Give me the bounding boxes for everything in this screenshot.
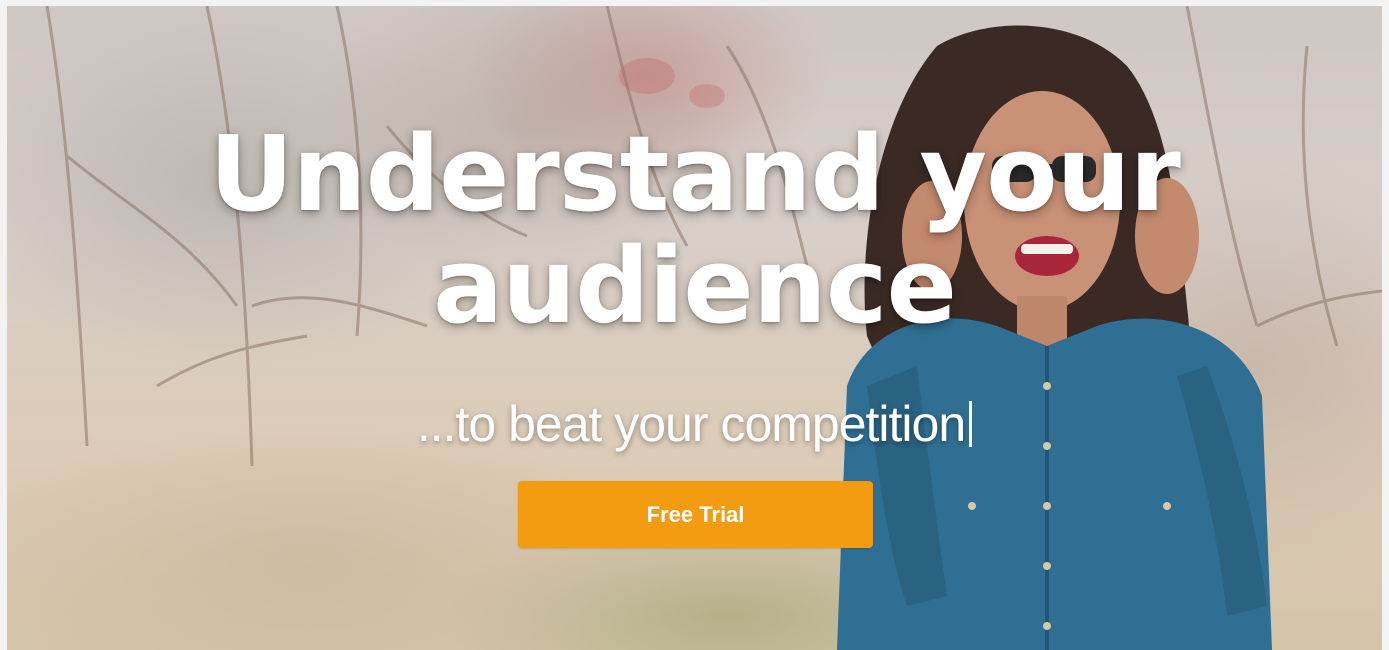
hero-headline: Understand your audience bbox=[7, 118, 1382, 342]
typing-cursor bbox=[969, 401, 973, 447]
free-trial-button[interactable]: Free Trial bbox=[518, 481, 873, 548]
hero-headline-line-1: Understand your bbox=[209, 113, 1181, 235]
hero-headline-line-2: audience bbox=[432, 225, 957, 347]
hero-tagline-text: ...to beat your competition bbox=[416, 396, 966, 452]
hero-tagline: ...to beat your competition bbox=[7, 394, 1382, 454]
hero-section: Understand your audience ...to beat your… bbox=[7, 6, 1382, 650]
